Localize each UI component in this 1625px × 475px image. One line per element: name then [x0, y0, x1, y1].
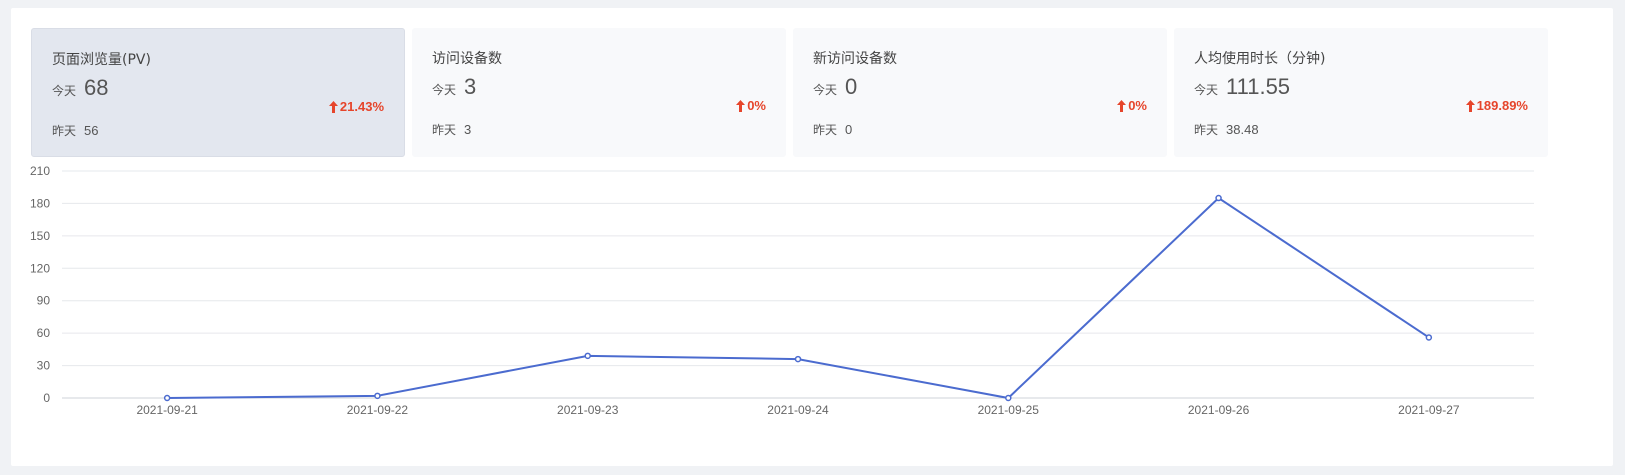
x-tick-label: 2021-09-24: [767, 403, 829, 417]
data-point[interactable]: [163, 394, 171, 402]
y-tick-label: 120: [30, 261, 50, 275]
x-tick-label: 2021-09-26: [1188, 403, 1250, 417]
x-tick-label: 2021-09-22: [347, 403, 409, 417]
x-tick-label: 2021-09-21: [136, 403, 198, 417]
y-tick-label: 210: [30, 164, 50, 178]
x-tick-label: 2021-09-25: [978, 403, 1040, 417]
data-point[interactable]: [1005, 394, 1012, 402]
series-line: [167, 196, 1430, 400]
dashboard-panel: 页面浏览量(PV) 今天 68 21.43% 昨天 56 访问设备数 今天 3 …: [11, 8, 1613, 466]
data-point[interactable]: [374, 392, 381, 400]
y-tick-label: 90: [37, 294, 51, 308]
y-tick-label: 150: [30, 229, 50, 243]
y-tick-label: 0: [43, 391, 50, 405]
y-tick-label: 30: [37, 359, 51, 373]
data-point[interactable]: [1425, 334, 1433, 341]
data-point[interactable]: [584, 352, 591, 360]
x-tick-label: 2021-09-27: [1398, 403, 1460, 417]
line-chart: 0 30 60 90 120 150 180 210 2021-09-21 2021-09-22 2…: [30, 164, 1534, 417]
x-tick-label: 2021-09-23: [557, 403, 619, 417]
data-point[interactable]: [794, 355, 802, 363]
data-point[interactable]: [1215, 194, 1222, 202]
y-tick-label: 180: [30, 196, 50, 210]
y-tick-label: 60: [37, 326, 51, 340]
